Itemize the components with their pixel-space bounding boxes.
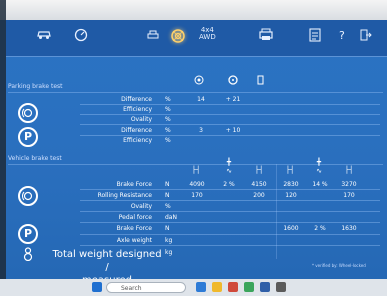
brake-icon[interactable] [170,28,186,44]
axle-right-icon: ├┤ [254,166,264,174]
report-icon[interactable] [308,28,322,42]
percent-icon: ∿ [226,167,232,175]
app-icon[interactable] [228,282,238,292]
svg-text:?: ? [339,29,345,42]
divider [80,245,380,246]
divider [8,92,383,93]
service-brake-icon [18,186,38,206]
divider [80,124,380,125]
footnote: * verified by: Wheel-locked [312,263,366,268]
divider [80,114,380,115]
service-section-title: Vehicle brake test [8,155,62,162]
divider [80,234,380,235]
app-icon[interactable] [196,282,206,292]
start-icon[interactable] [92,282,102,292]
parking-section-title: Parking brake test [8,83,63,90]
divider [80,222,380,223]
divider [80,104,380,105]
axle-icon: ╋ [226,158,232,166]
app-icon[interactable] [276,282,286,292]
exit-icon[interactable] [358,28,372,42]
divider [80,189,380,190]
disc-icon [224,75,242,87]
window-top-bar [0,0,387,20]
4x4-icon[interactable]: 4x4 AWD [199,27,216,41]
divider [80,211,380,212]
divider [80,135,380,136]
main-toolbar: 4x4 AWD ? [6,20,387,57]
axle-right-icon: ├┤ [344,166,354,174]
car-icon[interactable] [36,28,52,40]
axle-left-icon: ├┤ [191,166,201,174]
axle-left-icon: ├┤ [285,166,295,174]
printer-icon[interactable] [258,28,274,41]
gauge-icon[interactable] [74,28,88,42]
weight-icon [22,246,34,265]
total-weight-unit: kg [165,249,173,256]
pedal-icon [252,75,270,87]
app-icon[interactable] [244,282,254,292]
divider [80,200,380,201]
help-icon[interactable]: ? [336,28,348,42]
taskbar-search[interactable]: Search [106,282,186,293]
brake-tester-screen: 4x4 AWD ? Parking brake test P Difference… [0,0,387,296]
folder-icon[interactable] [212,282,222,292]
percent-icon: ∿ [316,167,322,175]
app-icon[interactable] [260,282,270,292]
taskbar: Search [0,279,387,296]
parking-p-icon: P [18,127,38,147]
parking-brake-icon [18,103,38,123]
service-p-icon: P [18,224,38,244]
axle-icon: ╋ [316,158,322,166]
wheel-icon [190,75,208,87]
settings-icon[interactable] [146,28,160,39]
